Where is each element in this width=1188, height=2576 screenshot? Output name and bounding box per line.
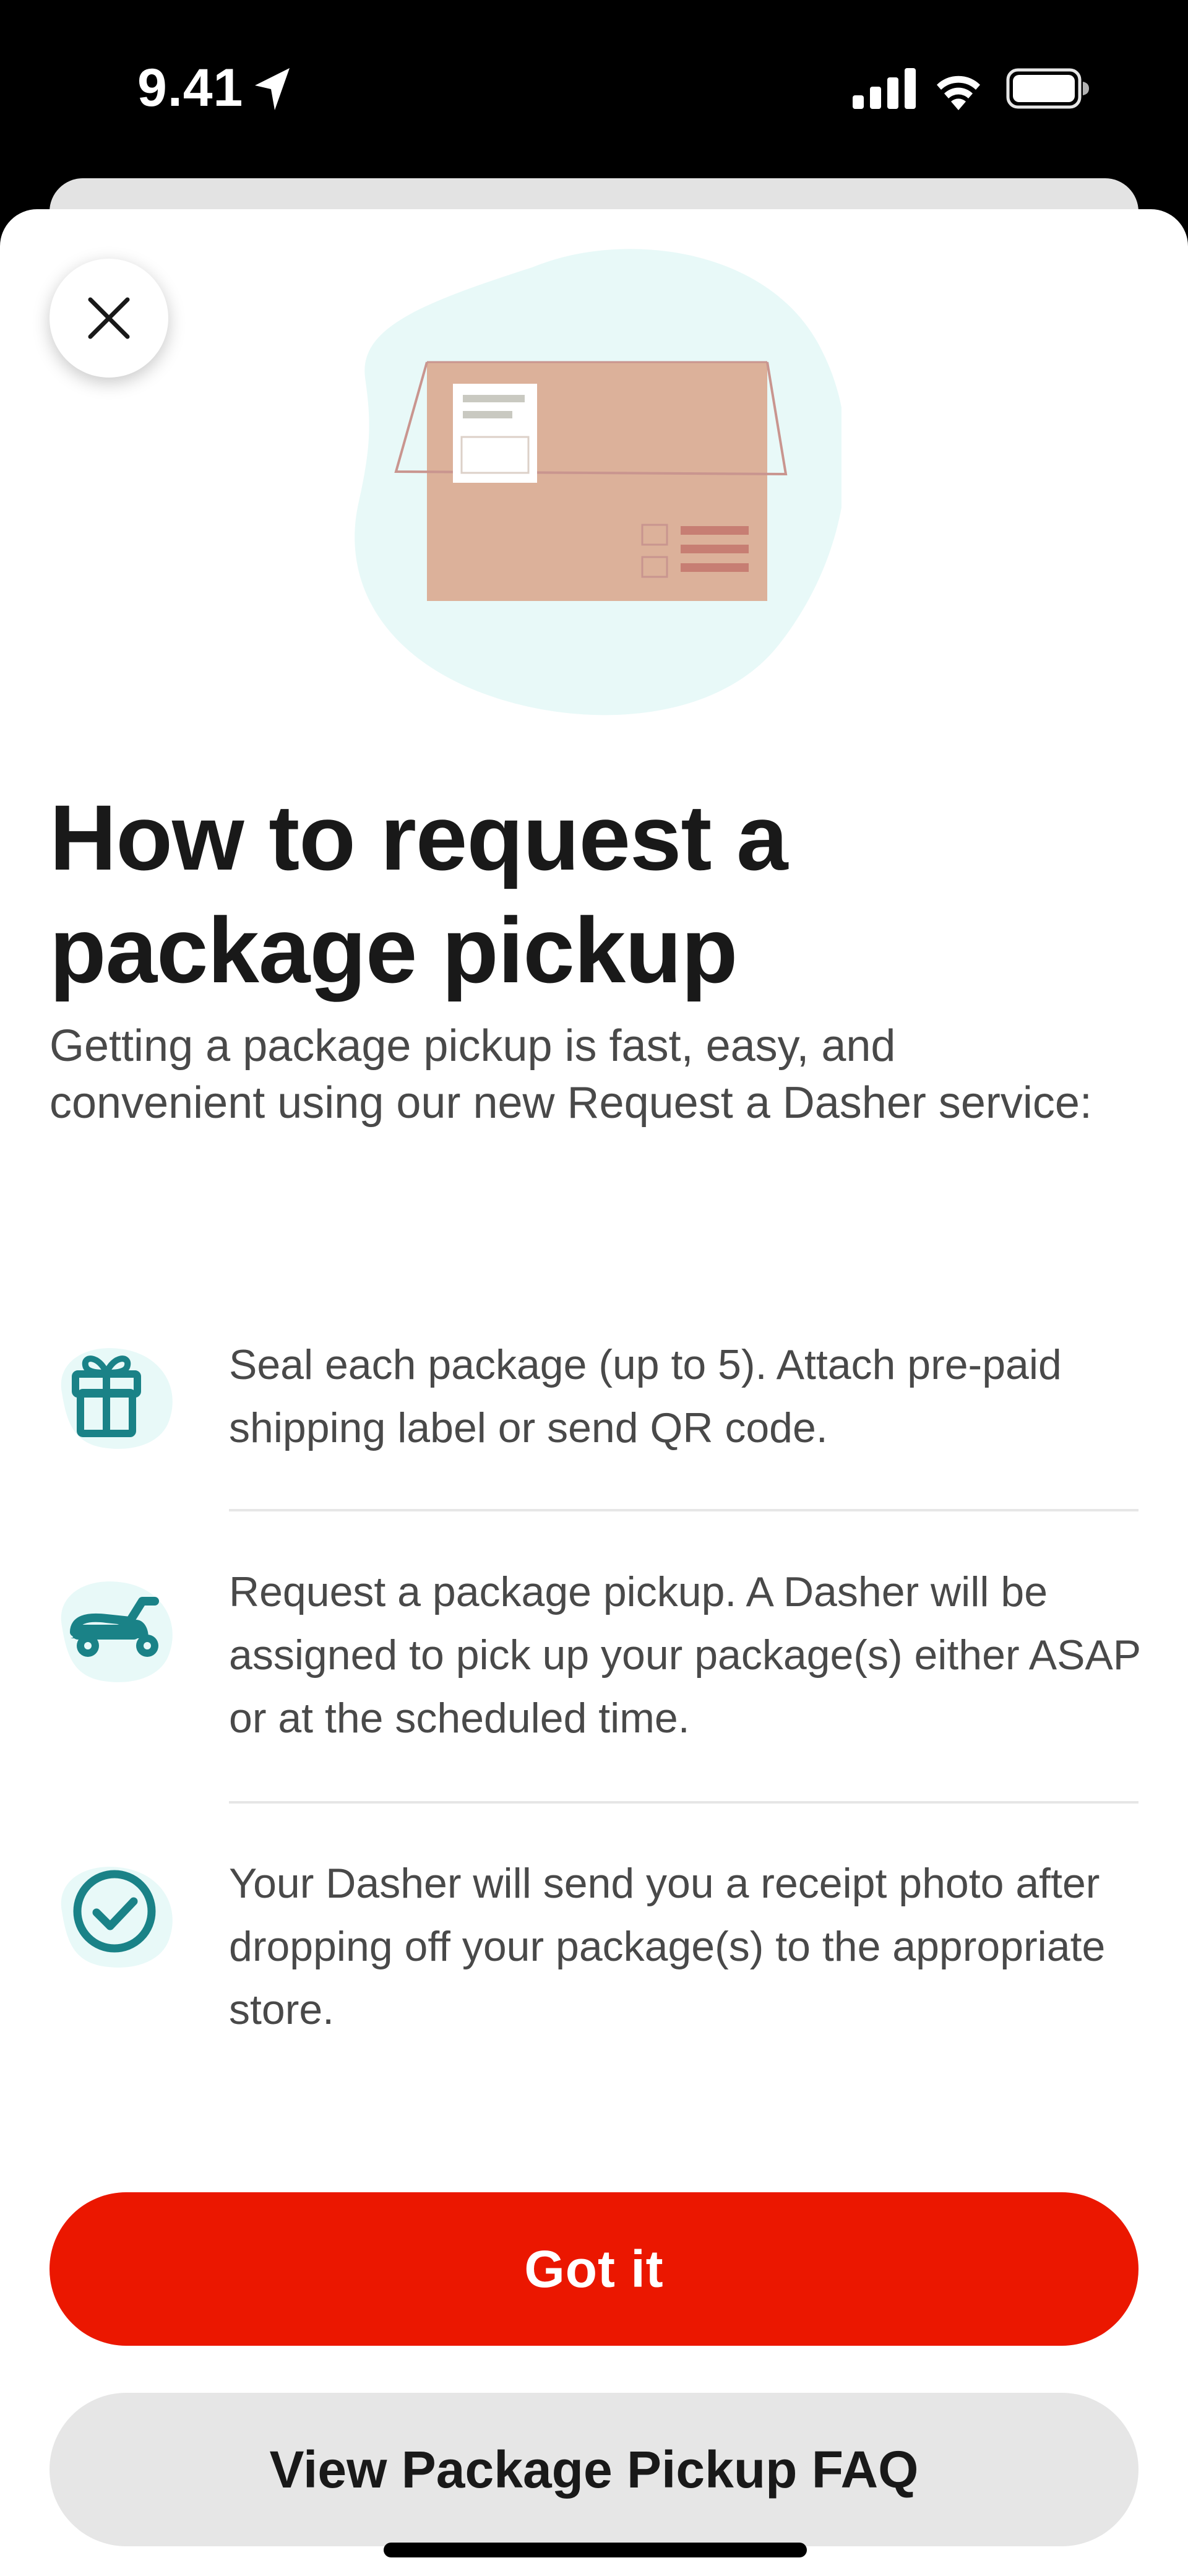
wifi-icon (937, 76, 980, 110)
gift-icon (61, 1348, 173, 1449)
step-item: Seal each package (up to 5). Attach pre-… (0, 1322, 1188, 1508)
close-icon (88, 297, 130, 339)
step-item: Request a package pickup. A Dasher will … (0, 1550, 1188, 1773)
status-time: 9.41 (137, 58, 244, 118)
step-text: Seal each package (up to 5). Attach pre-… (229, 1341, 1062, 1451)
scooter-icon (61, 1581, 173, 1682)
view-faq-button[interactable]: View Package Pickup FAQ (50, 2393, 1138, 2546)
got-it-button[interactable]: Got it (50, 2192, 1138, 2346)
divider (229, 1509, 1138, 1511)
battery-icon (1006, 68, 1089, 109)
page-subtitle: Getting a package pickup is fast, easy, … (50, 1021, 1092, 1128)
page-title: How to request a package pickup (50, 785, 788, 1002)
home-indicator (384, 2543, 807, 2557)
location-arrow-icon (255, 68, 290, 110)
divider (229, 1801, 1138, 1804)
check-circle-icon (61, 1867, 173, 1968)
step-text: Request a package pickup. A Dasher will … (229, 1568, 1140, 1742)
close-button[interactable] (50, 259, 168, 378)
step-item: Your Dasher will send you a receipt phot… (0, 1842, 1188, 2052)
step-text: Your Dasher will send you a receipt phot… (229, 1860, 1106, 2033)
status-bar: 9.41 (0, 0, 1188, 179)
package-box-illustration (355, 249, 842, 715)
cellular-signal-icon (853, 68, 916, 109)
screen: 9.41 How to request a package pickup Get… (0, 0, 1188, 2576)
